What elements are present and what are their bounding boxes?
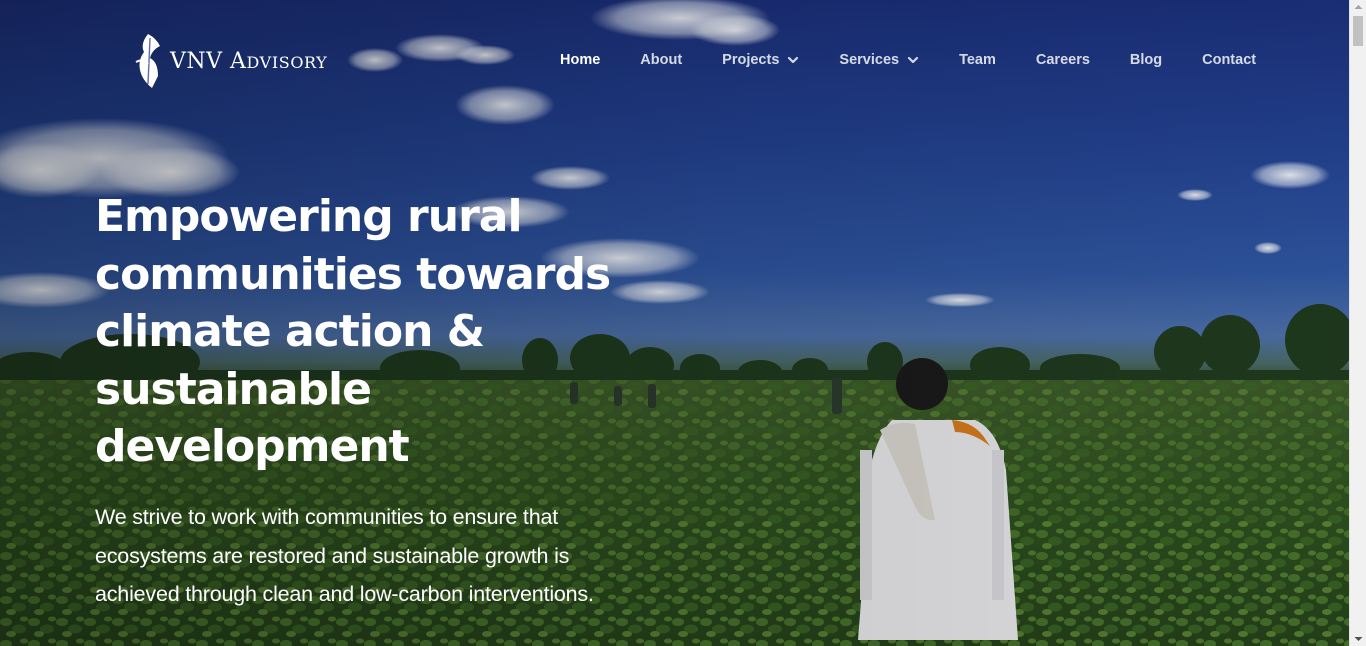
nav-item-label: Home [560, 52, 601, 68]
site-logo-link[interactable]: VNV ADVISORY [134, 32, 327, 90]
nav-item-label: Team [959, 52, 996, 68]
site-header: VNV ADVISORY Home About Projects Services Te… [0, 0, 1349, 120]
scroll-up-arrow-icon[interactable] [1350, 0, 1366, 14]
hero-headline: Empowering rural communities towards cli… [95, 191, 611, 472]
nav-item-label: Projects [722, 52, 780, 68]
vertical-scrollbar[interactable] [1349, 0, 1366, 646]
nav-item-team[interactable]: Team [959, 48, 996, 72]
brand-name-main: VNV [170, 48, 231, 74]
page: VNV ADVISORY Home About Projects Services Te… [0, 0, 1366, 646]
feather-logo-icon [135, 34, 160, 88]
chevron-down-icon [907, 56, 919, 64]
nav-item-home[interactable]: Home [560, 48, 600, 72]
nav-item-contact[interactable]: Contact [1202, 48, 1256, 72]
nav-item-label: Contact [1202, 52, 1257, 68]
nav-item-projects[interactable]: Projects [722, 48, 799, 72]
hero-subheadline: We strive to work with communities to en… [95, 505, 594, 606]
chevron-down-icon [788, 56, 799, 64]
nav-item-label: Careers [1035, 52, 1090, 68]
nav-item-careers[interactable]: Careers [1036, 48, 1090, 72]
nav-item-services[interactable]: Services [839, 48, 919, 72]
scrollbar-thumb[interactable] [1353, 16, 1363, 46]
brand-name-smallcaps: ADVISORY [230, 48, 328, 74]
main-nav: Home About Projects Services Team Careers Blog… [540, 46, 1276, 74]
nav-item-about[interactable]: About [640, 48, 682, 72]
scroll-down-arrow-icon[interactable] [1350, 632, 1366, 646]
nav-item-label: Services [839, 52, 900, 68]
nav-item-blog[interactable]: Blog [1130, 48, 1162, 72]
nav-item-label: About [640, 52, 683, 68]
brand-name: VNV ADVISORY [170, 49, 327, 74]
nav-item-label: Blog [1129, 52, 1163, 68]
